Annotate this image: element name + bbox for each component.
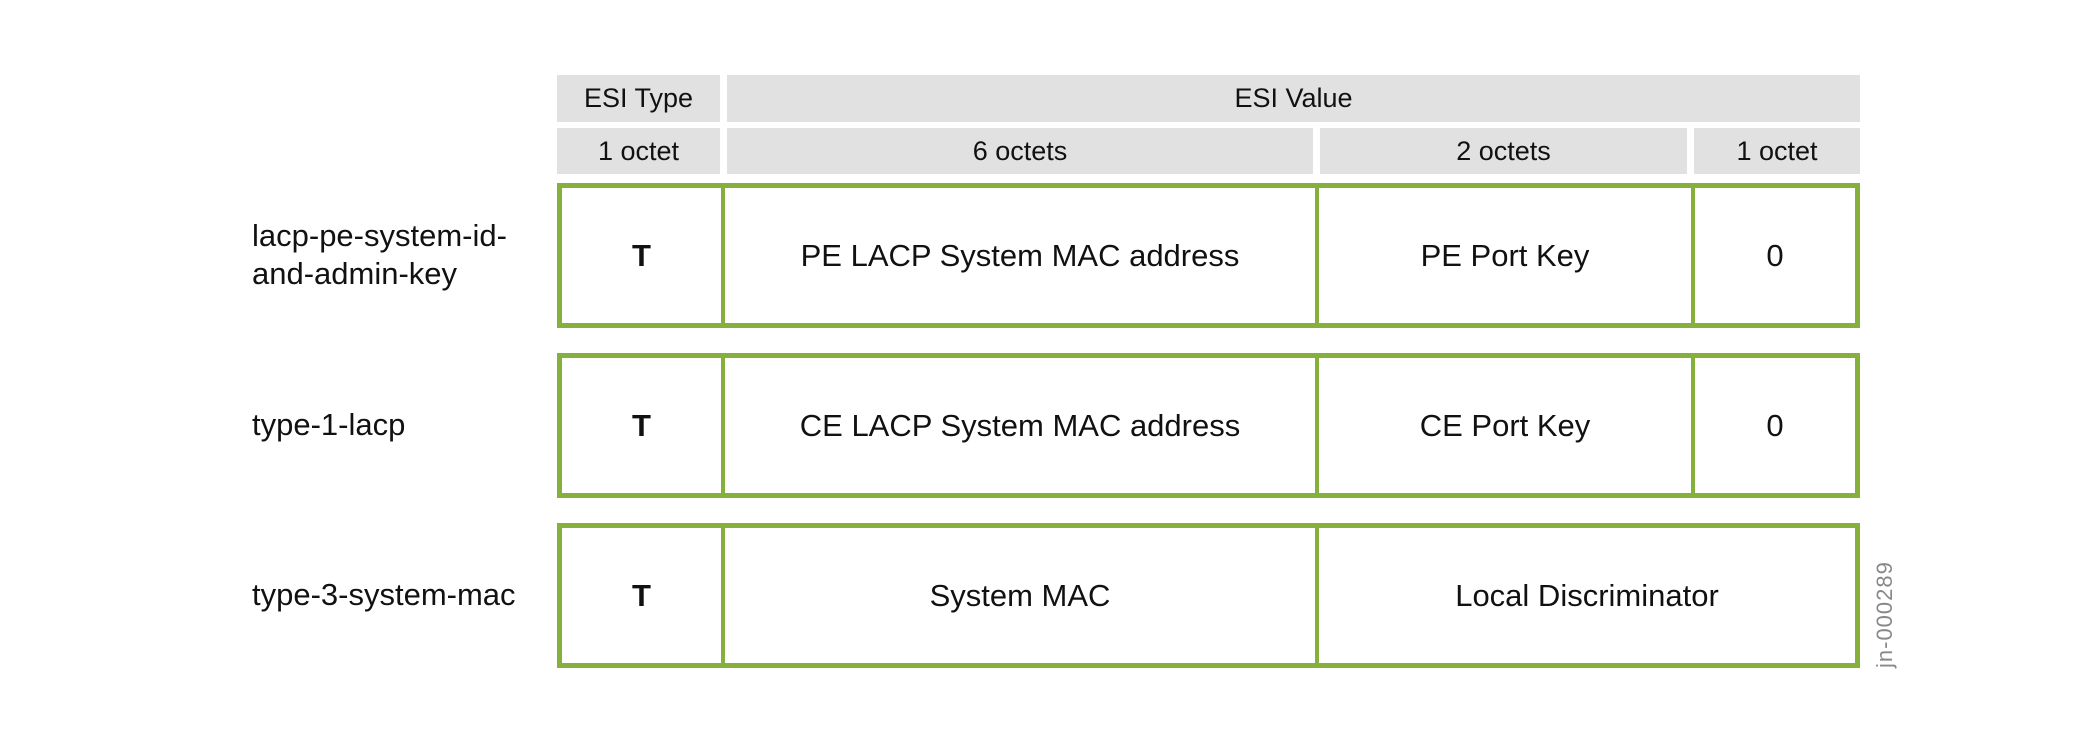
cell-type: T xyxy=(562,528,725,663)
figure-id: jn-000289 xyxy=(1872,561,1897,668)
header-esi-value: ESI Value xyxy=(727,75,1860,122)
row-label-type-1: type-1-lacp xyxy=(252,407,406,442)
row-label-lacp-pe: lacp-pe-system-id- and-admin-key xyxy=(252,217,507,293)
size-label: 1 octet xyxy=(1736,135,1818,166)
size-label: 6 octets xyxy=(972,135,1068,166)
cell-mac: PE LACP System MAC address xyxy=(725,188,1319,323)
cell-local-discriminator: Local Discriminator xyxy=(1455,577,1719,613)
row-label-line: lacp-pe-system-id- xyxy=(252,218,507,253)
esi-row-type-1: T CE LACP System MAC address CE Port Key… xyxy=(557,353,1860,498)
row-label-line: and-admin-key xyxy=(252,256,458,291)
esi-row-type-3: T System MAC Local Discriminator xyxy=(557,523,1860,668)
cell-port-key: PE Port Key xyxy=(1319,188,1695,323)
row-label-type-3: type-3-system-mac xyxy=(252,577,516,612)
header-size-1: 1 octet xyxy=(1694,128,1860,174)
cell-port-key: CE Port Key xyxy=(1319,358,1695,493)
size-label: 1 octet xyxy=(597,135,680,166)
cell-zero: 0 xyxy=(1766,407,1784,443)
header-size-type: 1 octet xyxy=(557,128,720,174)
header-size-2: 2 octets xyxy=(1320,128,1687,174)
esi-row-lacp-pe: T PE LACP System MAC address PE Port Key… xyxy=(557,183,1860,328)
cell-zero: 0 xyxy=(1766,237,1784,273)
cell-mac: CE LACP System MAC address xyxy=(725,358,1319,493)
header-esi-type-label: ESI Type xyxy=(583,83,694,113)
header-size-6: 6 octets xyxy=(727,128,1313,174)
header-esi-type: ESI Type xyxy=(557,75,720,122)
header-esi-value-label: ESI Value xyxy=(1234,83,1353,113)
cell-type: T xyxy=(562,188,725,323)
size-label: 2 octets xyxy=(1456,135,1551,166)
cell-system-mac: System MAC xyxy=(725,528,1319,663)
cell-type: T xyxy=(562,358,725,493)
